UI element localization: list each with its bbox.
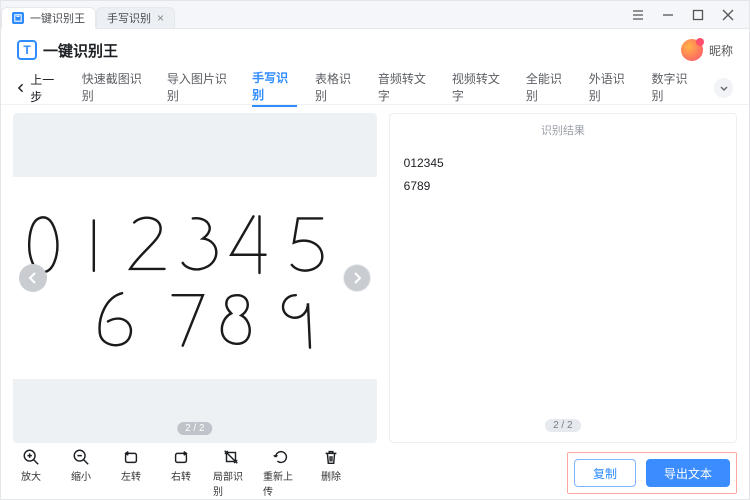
zoom-in-icon [22, 448, 40, 466]
titlebar-tab-label: 手写识别 [107, 10, 151, 26]
app-name: 一键识别王 [43, 40, 118, 61]
nav-item-6[interactable]: 全能识别 [526, 70, 571, 106]
crop-icon [222, 448, 240, 466]
copy-button[interactable]: 复制 [574, 459, 636, 487]
back-label: 上一步 [30, 71, 63, 105]
image-page-indicator: 2 / 2 [177, 422, 212, 435]
toolbar: 放大 缩小 左转 右转 局部识别 重新上传 [13, 448, 349, 498]
tool-label: 右转 [171, 468, 191, 483]
result-title: 识别结果 [390, 114, 736, 146]
rotate-right-icon [172, 448, 190, 466]
partial-recognize-button[interactable]: 局部识别 [213, 448, 249, 498]
zoom-out-icon [72, 448, 90, 466]
nav-item-1[interactable]: 导入图片识别 [167, 70, 234, 106]
nav-item-0[interactable]: 快速截图识别 [82, 70, 149, 106]
tool-label: 左转 [121, 468, 141, 483]
header: T 一键识别王 昵称 [1, 29, 749, 71]
app-mark-icon [12, 12, 24, 24]
back-button[interactable]: 上一步 [17, 71, 64, 105]
image-pane: 2 / 2 [13, 113, 377, 443]
zoom-in-button[interactable]: 放大 [13, 448, 49, 498]
prev-image-button[interactable] [19, 264, 47, 292]
action-group: 复制 导出文本 [567, 452, 737, 494]
nav-item-7[interactable]: 外语识别 [589, 70, 634, 106]
trash-icon [322, 448, 340, 466]
close-icon[interactable]: × [157, 11, 164, 25]
close-button[interactable] [713, 1, 743, 29]
avatar [681, 39, 703, 61]
logo-mark-icon: T [17, 40, 37, 60]
nav-bar: 上一步 快速截图识别 导入图片识别 手写识别 表格识别 音频转文字 视频转文字 … [1, 71, 749, 105]
handwriting-canvas [13, 177, 377, 379]
rotate-left-button[interactable]: 左转 [113, 448, 149, 498]
chevron-down-icon [719, 83, 729, 93]
app-logo: T 一键识别王 [17, 40, 118, 61]
menu-button[interactable] [623, 1, 653, 29]
next-image-button[interactable] [343, 264, 371, 292]
reupload-button[interactable]: 重新上传 [263, 448, 299, 498]
footer: 放大 缩小 左转 右转 局部识别 重新上传 [1, 447, 749, 499]
titlebar: 一键识别王 手写识别 × [1, 1, 749, 29]
arrow-left-icon [17, 83, 26, 93]
export-button[interactable]: 导出文本 [646, 459, 730, 487]
result-pane: 识别结果 012345 6789 2 / 2 [389, 113, 737, 443]
titlebar-tab-secondary[interactable]: 手写识别 × [96, 7, 175, 29]
titlebar-tab-main[interactable]: 一键识别王 [1, 7, 96, 29]
rotate-right-button[interactable]: 右转 [163, 448, 199, 498]
nav-item-4[interactable]: 音频转文字 [378, 70, 434, 106]
nav-more-button[interactable] [714, 78, 733, 98]
nav-item-8[interactable]: 数字识别 [652, 70, 697, 106]
maximize-button[interactable] [683, 1, 713, 29]
tool-label: 局部识别 [213, 468, 249, 498]
tool-label: 删除 [321, 468, 341, 483]
tool-label: 缩小 [71, 468, 91, 483]
rotate-left-icon [122, 448, 140, 466]
zoom-out-button[interactable]: 缩小 [63, 448, 99, 498]
nav-item-3[interactable]: 表格识别 [315, 70, 360, 106]
delete-button[interactable]: 删除 [313, 448, 349, 498]
image-viewport[interactable] [13, 113, 377, 443]
user-area[interactable]: 昵称 [681, 39, 733, 61]
app-window: 一键识别王 手写识别 × T 一键识别王 昵称 上一步 快速截图识别 导入图片识… [0, 0, 750, 500]
nav-item-2[interactable]: 手写识别 [252, 69, 297, 107]
result-page-indicator: 2 / 2 [545, 419, 580, 432]
titlebar-tab-label: 一键识别王 [30, 10, 85, 26]
minimize-button[interactable] [653, 1, 683, 29]
nav-item-5[interactable]: 视频转文字 [452, 70, 508, 106]
tool-label: 重新上传 [263, 468, 299, 498]
refresh-icon [272, 448, 290, 466]
tool-label: 放大 [21, 468, 41, 483]
main-area: 2 / 2 识别结果 012345 6789 2 / 2 [1, 105, 749, 447]
result-text[interactable]: 012345 6789 [390, 146, 736, 419]
image-band-top [13, 113, 377, 177]
nickname: 昵称 [709, 42, 733, 59]
